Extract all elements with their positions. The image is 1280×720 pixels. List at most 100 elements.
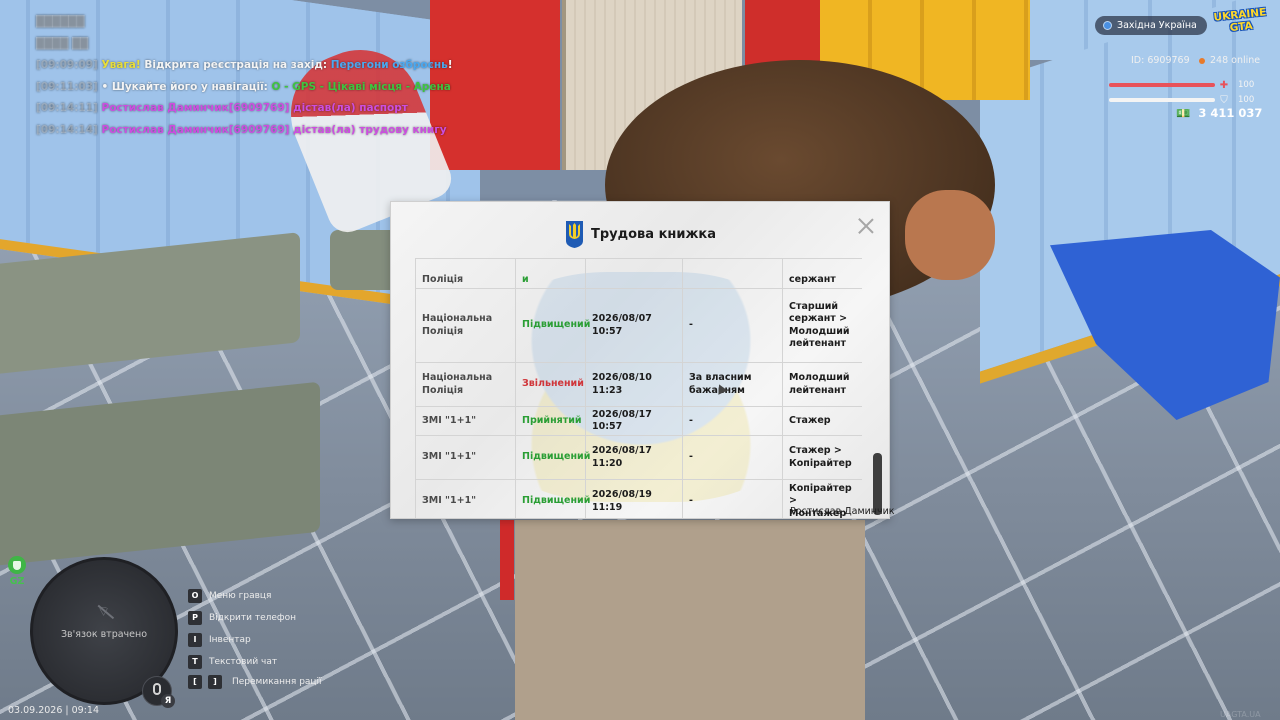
chat-text: Ростислав Даминчик[6909769] дістав(ла) п… [101, 102, 408, 114]
cash-icon: 💵 [1176, 106, 1191, 120]
row-date: 2026/08/17 11:20 [585, 435, 683, 480]
player-ear [905, 190, 995, 280]
row-reason: - [682, 288, 783, 363]
chat-timestamp: [09:14:14] [36, 123, 98, 136]
row-organization: ЗМІ "1+1" [415, 479, 516, 518]
key-hint-label: Текстовий чат [209, 657, 278, 667]
workbook-table: Поліція и сержант Національна Поліція Підвищ… [415, 258, 862, 518]
key-cap: O [188, 589, 202, 603]
row-organization: Національна Поліція [415, 362, 516, 407]
chat-text: Ростислав Даминчик[6909769] дістав(ла) т… [101, 123, 447, 136]
table-row: ЗМІ "1+1" Прийнятий 2026/08/17 10:57- Стаже… [415, 406, 862, 436]
row-rank: Стажер [782, 406, 862, 436]
online-count: 248 online [1199, 55, 1260, 66]
workbook-table-scroll[interactable]: Поліція и сержант Національна Поліція Підвищ… [415, 258, 862, 518]
health-row: ✚ 100 [1109, 79, 1255, 91]
green-zone-indicator: GZ [7, 556, 27, 587]
money-display: 💵 3 411 037 [1176, 106, 1262, 120]
chat-text: O - GPS - Цікаві місця - Арена [271, 80, 451, 93]
chat-timestamp: [09:09:09] [36, 59, 98, 71]
key-cap: I [188, 633, 202, 647]
row-rank: Молодший лейтенант [782, 362, 862, 407]
row-date: 2026/08/10 11:23 [585, 362, 683, 407]
player-body [515, 520, 865, 720]
key-hint-label: Інвентар [209, 635, 251, 645]
online-dot-icon [1199, 57, 1205, 64]
key-hint: O Меню гравця [188, 589, 271, 603]
table-row: Національна Поліція Звільнений 2026/08/10 … [415, 362, 862, 407]
row-date: 2026/08/17 10:57 [585, 406, 683, 436]
row-date [585, 258, 683, 289]
player-arm [500, 520, 514, 600]
mic-key-badge: Я [161, 694, 175, 708]
row-action: и [515, 258, 586, 289]
chat-line: [09:14:14] Ростислав Даминчик[6909769] д… [36, 120, 496, 142]
row-date: 2026/08/19 11:19 [585, 479, 683, 518]
row-reason: - [682, 435, 783, 480]
chat-line: [09:11:03] • Шукайте його у навігації: O… [36, 77, 496, 99]
row-action: Прийнятий [515, 406, 586, 436]
chat-text: Відкрита реєстрація на захід: [144, 59, 331, 71]
chat-timestamp: [09:11:03] [36, 80, 98, 93]
row-organization: Національна Поліція [415, 288, 516, 363]
money-value: 3 411 037 [1198, 106, 1263, 120]
armor-value: 100 [1238, 95, 1255, 105]
chat-line-faded: ████ ██ [36, 37, 89, 50]
row-reason: - [682, 479, 783, 518]
microphone-icon [153, 683, 161, 695]
player-id: ID: 6909769 [1131, 55, 1190, 66]
shield-icon: ⛉ [1220, 94, 1228, 106]
server-logo: UKRAINE GTA [1210, 6, 1271, 44]
key-cap: [ [188, 675, 202, 689]
workbook-owner: Ростислав Даминчик [790, 506, 895, 517]
row-action: Підвищений [515, 288, 590, 363]
chat-line: [09:09:09] Увага! Відкрита реєстрація на… [36, 55, 496, 77]
trident-icon [565, 220, 583, 248]
table-row: ЗМІ "1+1" Підвищений 2026/08/17 11:20- Стаж… [415, 435, 862, 480]
health-value: 100 [1238, 80, 1255, 90]
key-hint-label: Перемикання рації [232, 677, 322, 687]
region-badge: Західна Україна [1095, 16, 1207, 35]
row-organization: Поліція [415, 258, 516, 289]
row-action: Звільнений [515, 362, 586, 407]
key-hint: I Інвентар [188, 633, 251, 647]
health-bar [1109, 83, 1215, 87]
green-zone-shield-icon [8, 556, 26, 574]
health-icon: ✚ [1219, 79, 1229, 91]
row-organization: ЗМІ "1+1" [415, 406, 516, 436]
online-label: 248 online [1210, 55, 1261, 66]
row-reason: За власним бажанням [682, 362, 783, 407]
row-reason: - [682, 406, 783, 436]
modal-title: Трудова книжка [590, 226, 717, 242]
table-row: Національна Поліція Підвищений 2026/08/07 … [415, 288, 862, 363]
armor-bar [1109, 98, 1215, 102]
voice-mic-button[interactable]: Я [142, 676, 175, 708]
row-rank: Стажер > Копірайтер [782, 435, 862, 480]
key-hint: [] Перемикання рації [188, 675, 322, 689]
chat-log: ██████ ████ ██ [09:09:09] Увага! Відкрит… [36, 12, 496, 141]
key-hint-label: Меню гравця [209, 591, 272, 601]
watermark: UAGTA.UA [1220, 710, 1261, 719]
region-icon [1103, 21, 1112, 30]
armor-row: ⛉ 100 [1109, 94, 1255, 106]
green-zone-label: GZ [9, 576, 25, 587]
row-rank: сержант [782, 258, 862, 289]
chat-timestamp: [09:14:11] [36, 102, 98, 114]
chat-text: ! [447, 59, 453, 71]
row-reason [682, 258, 783, 289]
workbook-modal: Трудова книжка Поліція и сержант Національн… [390, 201, 890, 519]
row-action: Підвищений [515, 435, 590, 480]
modal-header: Трудова книжка [391, 218, 889, 250]
chat-text: Перегони озброєнь [330, 59, 448, 71]
key-hint: P Відкрити телефон [188, 611, 296, 625]
chat-text: Увага! [101, 59, 145, 71]
key-cap: P [188, 611, 202, 625]
row-date: 2026/08/07 10:57 [585, 288, 683, 363]
close-button[interactable] [857, 216, 875, 234]
chat-line: [09:14:11] Ростислав Даминчик[6909769] д… [36, 98, 496, 120]
chat-text: • Шукайте його у навігації: [101, 80, 272, 93]
row-rank: Старший сержант > Молодший лейтенант [782, 288, 862, 363]
key-hint-label: Відкрити телефон [209, 613, 297, 623]
minimap-status: Зв'язок втрачено [60, 629, 148, 640]
table-row: Поліція и сержант [415, 258, 862, 289]
